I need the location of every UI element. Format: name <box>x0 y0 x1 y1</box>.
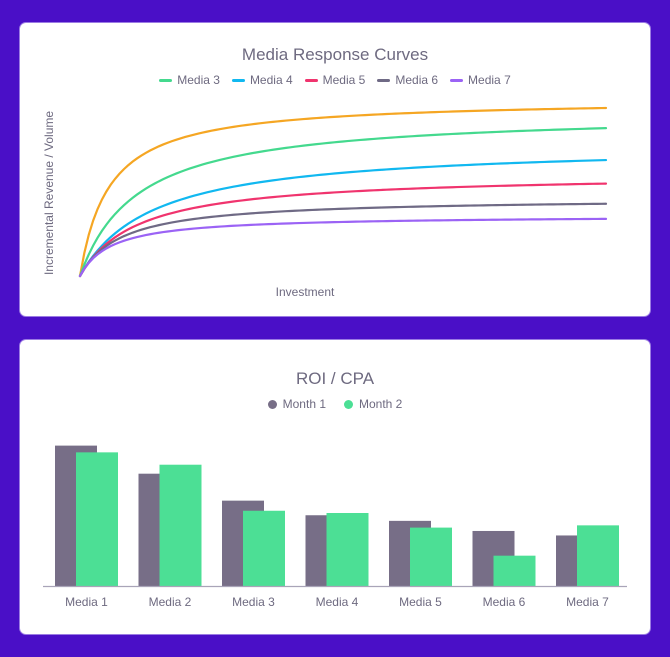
bar-month-2 <box>326 513 369 586</box>
response-curves-plot: Investment Incremental Revenue / Volume <box>42 106 608 299</box>
x-tick-label: Media 3 <box>232 595 275 609</box>
bar-month-2 <box>243 510 285 586</box>
roi-cpa-card: ROI / CPA Month 1 Month 2 Media 1 Media 2M… <box>20 340 650 634</box>
y-axis-label: Incremental Revenue / Volume <box>42 111 56 275</box>
curve-media-5 <box>78 182 608 278</box>
curve-media-6 <box>78 202 608 278</box>
x-tick-label: Media 4 <box>316 595 359 609</box>
bar-month-2 <box>410 527 452 586</box>
curve-media-7 <box>78 217 608 278</box>
curve-media-3 <box>78 127 608 278</box>
bar-month-2 <box>493 555 536 586</box>
curve-media-4 <box>78 158 608 278</box>
x-tick-label: Media 6 <box>483 595 526 609</box>
x-tick-label: Media 5 <box>399 595 442 609</box>
x-tick-label: Media 2 <box>149 595 192 609</box>
x-tick-label: Media 7 <box>566 595 609 609</box>
bar-month-2 <box>159 464 202 586</box>
x-axis-label: Investment <box>276 285 335 299</box>
x-tick-label: Media 1 <box>65 595 108 609</box>
bar-month-2 <box>577 525 619 586</box>
response-curves-card: Media Response Curves Media 3 Media 4 Medi… <box>20 23 650 316</box>
bar-month-2 <box>76 452 118 586</box>
roi-cpa-plot: Media 1 Media 2 Media 3 Media 4 Media 5 Media… <box>43 445 627 609</box>
